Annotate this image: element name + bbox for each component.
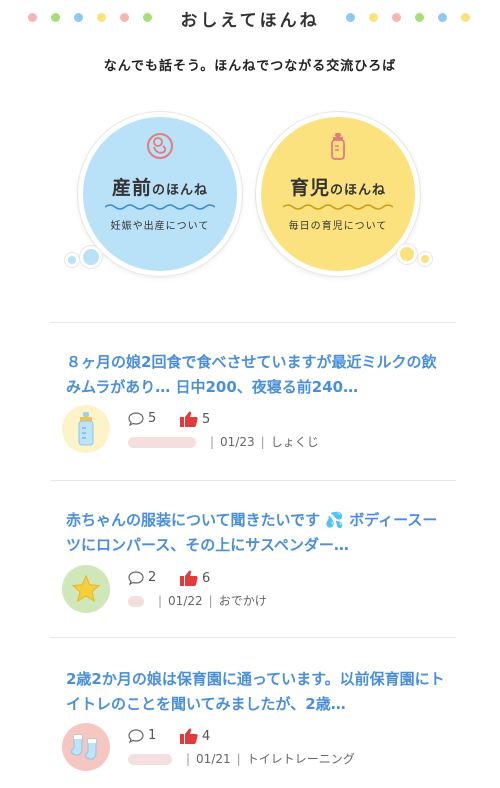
post-title-link[interactable]: ８ヶ月の娘2回食で食べさせていますが最近ミルクの飲みムラがあり… 日中200、夜… — [66, 350, 450, 400]
like-count: 5 — [180, 411, 210, 427]
socks-icon — [71, 734, 97, 760]
avatar — [62, 405, 110, 453]
post-date: 01/23 — [220, 435, 255, 449]
decor-bubble — [80, 246, 102, 268]
decor-dot — [346, 13, 355, 22]
post-category: トイレトレーニング — [246, 752, 355, 766]
post-meta: | 01/23 | しょくじ — [128, 433, 319, 450]
thumbs-up-icon — [180, 728, 198, 744]
post-meta: | 01/21 | トイレトレーニング — [128, 750, 355, 767]
decor-dot — [369, 13, 378, 22]
category-childcare-button[interactable]: 育児のほんね 毎日の育児について — [256, 112, 420, 276]
baby-bottle-icon — [78, 412, 94, 446]
comment-count: 2 — [128, 570, 156, 585]
page-title: おしえてほんね — [180, 11, 320, 31]
post-meta: | 01/22 | おでかけ — [128, 592, 267, 609]
post-title-link[interactable]: 赤ちゃんの服装について聞きたいです 💦 ボディースーツにロンパース、その上にサス… — [66, 508, 450, 558]
author-name-blurred — [128, 437, 196, 448]
comment-icon — [128, 570, 144, 585]
post-date: 01/21 — [196, 752, 231, 766]
comment-count: 1 — [128, 728, 156, 743]
header: おしえてほんね — [0, 0, 500, 40]
comment-icon — [128, 411, 144, 426]
category-title: 産前のほんね — [111, 177, 209, 199]
baby-bottle-icon — [261, 131, 415, 165]
post-category: しょくじ — [270, 435, 319, 449]
post-title-link[interactable]: 2歳2か月の娘は保育園に通っています。以前保育園にトイトレのことを聞いてみました… — [66, 667, 450, 717]
avatar — [62, 723, 110, 771]
decor-dot — [461, 13, 470, 22]
category-subtitle: 妊娠や出産について — [110, 221, 210, 232]
category-subtitle: 毎日の育児について — [288, 221, 388, 232]
author-name-blurred — [128, 754, 172, 765]
like-count: 6 — [180, 570, 210, 586]
category-prenatal-button[interactable]: 産前のほんね 妊娠や出産について — [78, 112, 242, 276]
like-count: 4 — [180, 728, 210, 744]
author-name-blurred — [128, 596, 144, 607]
decor-dot — [438, 13, 447, 22]
wave-divider — [283, 204, 393, 210]
avatar — [62, 565, 110, 613]
post-date: 01/22 — [168, 594, 203, 608]
decor-dot — [415, 13, 424, 22]
decor-bubble — [397, 244, 417, 264]
post-category: おでかけ — [218, 594, 267, 608]
divider — [50, 637, 456, 638]
decor-bubble — [418, 252, 432, 266]
decor-bubble — [65, 253, 79, 267]
page-subtitle: なんでも話そう。ほんねでつながる交流ひろば — [103, 59, 397, 74]
decor-dot — [392, 13, 401, 22]
thumbs-up-icon — [180, 411, 198, 427]
divider — [50, 322, 456, 323]
divider — [50, 480, 456, 481]
comment-icon — [128, 728, 144, 743]
category-title: 育児のほんね — [289, 177, 387, 199]
fetus-icon — [83, 131, 237, 165]
thumbs-up-icon — [180, 570, 198, 586]
star-icon — [71, 574, 101, 603]
comment-count: 5 — [128, 411, 156, 426]
wave-divider — [105, 204, 215, 210]
